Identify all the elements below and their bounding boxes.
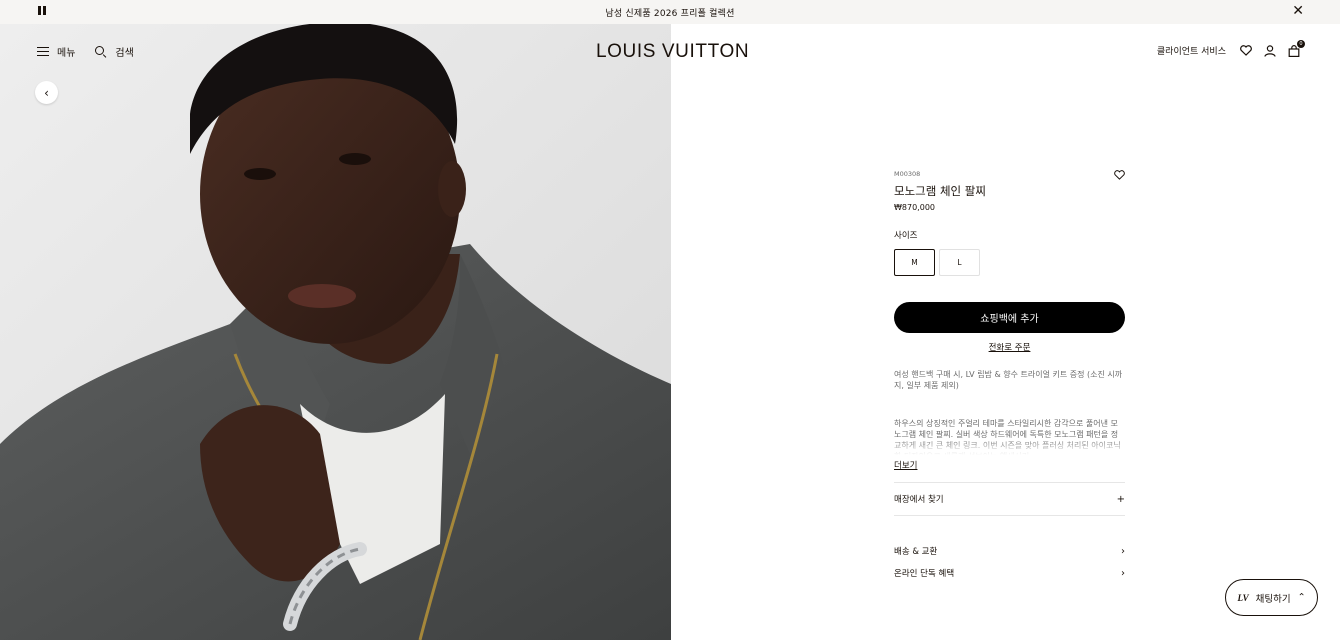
product-title: 모노그램 체인 팔찌: [894, 184, 986, 198]
chevron-left-icon: ‹: [44, 85, 49, 100]
online-benefits-label: 온라인 단독 혜택: [894, 569, 955, 579]
product-description: 하우스의 상징적인 주얼리 테마를 스타일리시한 감각으로 풀어낸 모노그램 체…: [894, 419, 1121, 455]
shipping-returns-label: 배송 & 교환: [894, 547, 938, 557]
chat-label: 채팅하기: [1255, 593, 1291, 605]
chat-button[interactable]: LV 채팅하기 ⌃: [1225, 579, 1318, 616]
size-label: 사이즈: [894, 231, 918, 241]
search-button[interactable]: 검색: [95, 44, 134, 59]
divider: [894, 515, 1125, 516]
header-right: 클라이언트 서비스 0: [1157, 39, 1305, 57]
model-illustration: [0, 24, 671, 640]
brand-logo[interactable]: LOUIS VUITTON: [596, 41, 749, 63]
chevron-right-icon: ›: [1121, 567, 1125, 579]
search-icon: [95, 45, 107, 58]
pause-icon[interactable]: [38, 6, 48, 17]
header-left: 메뉴 검색: [37, 44, 134, 59]
chevron-up-icon: ⌃: [1297, 592, 1306, 603]
order-by-phone-link[interactable]: 전화로 주문: [894, 341, 1125, 353]
back-button[interactable]: ‹: [35, 81, 58, 104]
size-option-l[interactable]: L: [939, 249, 980, 276]
info-links: 배송 & 교환 › 온라인 단독 혜택 ›: [894, 540, 1125, 584]
read-more-link[interactable]: 더보기: [894, 459, 1125, 471]
search-label: 검색: [115, 48, 134, 59]
add-to-wishlist-icon[interactable]: [1114, 170, 1125, 183]
shopping-bag-icon[interactable]: 0: [1288, 39, 1305, 57]
bag-count-badge: 0: [1297, 39, 1305, 48]
product-price: ₩870,000: [894, 203, 935, 212]
size-option-m[interactable]: M: [894, 249, 935, 276]
close-icon[interactable]: ✕: [1292, 3, 1304, 19]
find-in-store-label: 매장에서 찾기: [894, 495, 944, 505]
product-sku: M00308: [894, 170, 921, 178]
size-selector: M L: [894, 249, 1125, 276]
menu-button[interactable]: 메뉴: [37, 44, 75, 59]
lv-logo-icon: LV: [1237, 592, 1249, 603]
add-to-bag-button[interactable]: 쇼핑백에 추가: [894, 302, 1125, 333]
plus-icon: +: [1116, 493, 1125, 505]
find-in-store-row[interactable]: 매장에서 찾기 +: [894, 483, 1125, 515]
shipping-returns-link[interactable]: 배송 & 교환 ›: [894, 540, 1125, 562]
announcement-bar: 남성 신제품 2026 프리폴 컬렉션 ✕: [0, 0, 1340, 24]
account-icon[interactable]: [1264, 44, 1276, 57]
chevron-right-icon: ›: [1121, 545, 1125, 557]
client-service-link[interactable]: 클라이언트 서비스: [1157, 44, 1226, 57]
online-benefits-link[interactable]: 온라인 단독 혜택 ›: [894, 562, 1125, 584]
wishlist-icon[interactable]: [1240, 45, 1252, 57]
menu-label: 메뉴: [57, 48, 76, 59]
promo-text: 여성 핸드백 구매 시, LV 립밤 & 향수 트라이얼 키트 증정 (소진 시…: [894, 370, 1123, 390]
announcement-text[interactable]: 남성 신제품 2026 프리폴 컬렉션: [605, 6, 734, 19]
menu-icon: [37, 47, 49, 57]
product-panel: M00308 모노그램 체인 팔찌 ₩870,000 사이즈 M L 쇼핑백에 …: [894, 170, 1125, 584]
product-image: [0, 24, 671, 640]
